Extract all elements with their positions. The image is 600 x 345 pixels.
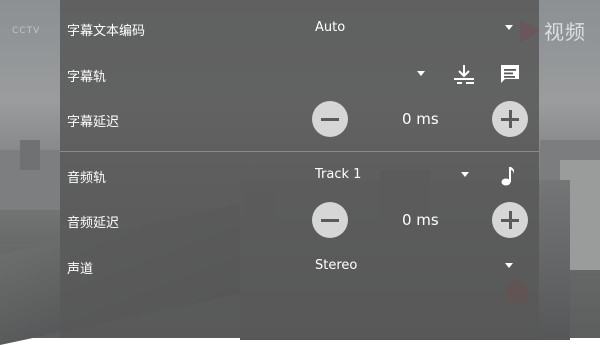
audio-track-label: 音频轨: [67, 171, 107, 186]
audio-delay-increase-button[interactable]: [492, 202, 528, 238]
playback-settings-panel: 字幕文本编码 Auto 字幕轨 字幕延迟 0 ms 音频轨 Track 1 音频…: [60, 0, 539, 338]
chevron-down-icon[interactable]: [461, 172, 469, 177]
subtitle-delay-label: 字幕延迟: [67, 115, 120, 130]
minus-icon: [321, 218, 339, 222]
audio-delay-value: 0 ms: [402, 211, 439, 229]
chevron-down-icon[interactable]: [505, 25, 513, 30]
audio-delay-decrease-button[interactable]: [312, 202, 348, 238]
channel-value[interactable]: Stereo: [315, 258, 357, 273]
channel-watermark: CCTV: [12, 26, 41, 36]
subtitle-track-row[interactable]: 字幕轨: [60, 56, 539, 96]
download-subtitle-icon[interactable]: [452, 63, 476, 87]
subtitle-delay-value: 0 ms: [402, 110, 439, 128]
subtitle-delay-row: 字幕延迟 0 ms: [60, 100, 539, 140]
audio-track-value[interactable]: Track 1: [315, 167, 361, 182]
audio-delay-row: 音频延迟 0 ms: [60, 202, 539, 242]
audio-delay-label: 音频延迟: [67, 216, 120, 231]
chevron-down-icon[interactable]: [505, 263, 513, 268]
subtitle-track-label: 字幕轨: [67, 70, 107, 85]
audio-track-row[interactable]: 音频轨 Track 1: [60, 160, 539, 192]
subtitle-delay-decrease-button[interactable]: [312, 101, 348, 137]
subtitle-encoding-label: 字幕文本编码: [67, 24, 146, 39]
subtitle-icon[interactable]: [499, 63, 521, 85]
chevron-down-icon[interactable]: [417, 71, 425, 76]
section-divider: [60, 151, 539, 152]
subtitle-encoding-value[interactable]: Auto: [315, 20, 345, 35]
subtitle-encoding-row[interactable]: 字幕文本编码 Auto: [60, 0, 539, 56]
subtitle-delay-increase-button[interactable]: [492, 101, 528, 137]
channel-row[interactable]: 声道 Stereo: [60, 252, 539, 282]
minus-icon: [321, 117, 339, 121]
channel-label: 声道: [67, 262, 94, 277]
music-note-icon[interactable]: [500, 164, 516, 188]
